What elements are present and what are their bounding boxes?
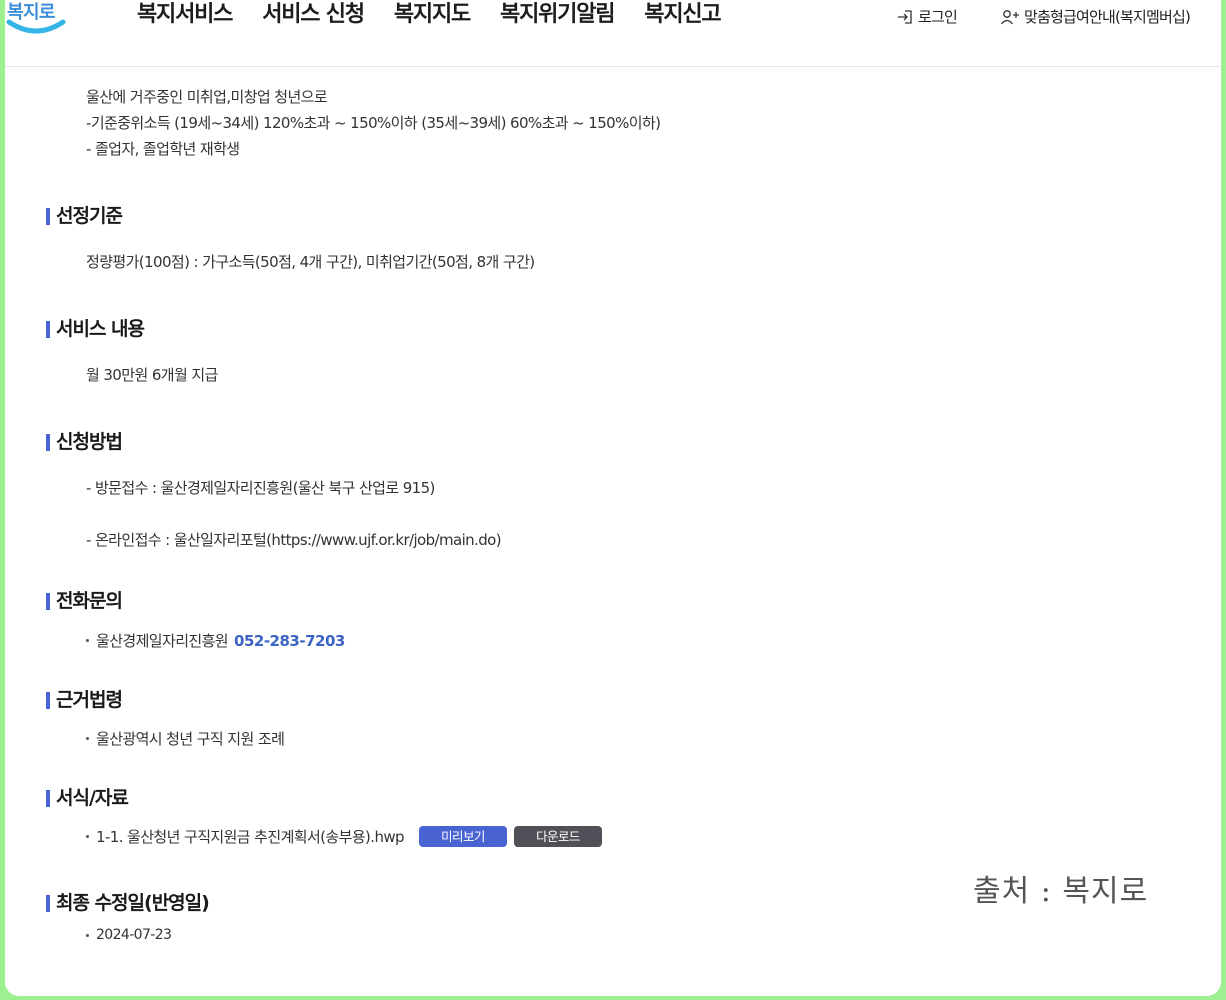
user-add-icon <box>1000 9 1019 24</box>
eligibility-line: - 졸업자, 졸업학년 재학생 <box>86 140 240 158</box>
section-title-contact: 전화문의 <box>46 590 123 612</box>
custom-benefit-link[interactable]: 맞춤형급여안내(복지멤버십) <box>1000 6 1191 27</box>
section-title-updated: 최종 수정일(반영일) <box>46 892 210 914</box>
law-text: 울산광역시 청년 구직 지원 조례 <box>96 730 285 748</box>
login-link[interactable]: 로그인 <box>896 6 958 27</box>
form-file-name: 1-1. 울산청년 구직지원금 추진계획서(송부용).hwp <box>96 828 405 846</box>
page-frame: 복지로 복지서비스 서비스 신청 복지지도 복지위기알림 복지신고 로그인 맞춤… <box>5 0 1221 996</box>
selection-criteria-text: 정량평가(100점) : 가구소득(50점, 4개 구간), 미취업기간(50점… <box>86 253 535 271</box>
apply-visit-text: - 방문접수 : 울산경제일자리진흥원(울산 북구 산업로 915) <box>86 479 435 497</box>
section-title-apply: 신청방법 <box>46 431 123 453</box>
updated-date: 2024-07-23 <box>96 927 172 943</box>
menu-welfare-service[interactable]: 복지서비스 <box>137 0 233 32</box>
custom-benefit-label: 맞춤형급여안내(복지멤버십) <box>1024 8 1191 26</box>
menu-welfare-map[interactable]: 복지지도 <box>394 0 471 32</box>
main-menu: 복지서비스 서비스 신청 복지지도 복지위기알림 복지신고 <box>137 0 750 32</box>
bullet-icon <box>86 835 89 838</box>
top-navigation-bar: 복지로 복지서비스 서비스 신청 복지지도 복지위기알림 복지신고 로그인 맞춤… <box>5 0 1221 67</box>
contact-item: 울산경제일자리진흥원 052-283-7203 <box>86 630 345 651</box>
bullet-icon <box>86 737 89 740</box>
source-watermark: 출처 : 복지로 <box>973 874 1149 909</box>
law-item: 울산광역시 청년 구직 지원 조례 <box>86 728 285 749</box>
menu-service-apply[interactable]: 서비스 신청 <box>262 0 365 32</box>
bullet-icon <box>86 639 89 642</box>
download-button[interactable]: 다운로드 <box>513 826 602 847</box>
svg-text:복지로: 복지로 <box>7 2 55 23</box>
menu-welfare-report[interactable]: 복지신고 <box>644 0 721 32</box>
section-title-forms: 서식/자료 <box>46 787 129 809</box>
contact-phone[interactable]: 052-283-7203 <box>234 632 345 650</box>
preview-button[interactable]: 미리보기 <box>418 826 507 847</box>
section-title-selection: 선정기준 <box>46 205 123 227</box>
eligibility-line: -기준중위소득 (19세~34세) 120%초과 ~ 150%이하 (35세~3… <box>86 114 661 132</box>
bokjiro-logo[interactable]: 복지로 <box>5 0 69 36</box>
service-content-text: 월 30만원 6개월 지급 <box>86 366 218 384</box>
section-title-law: 근거법령 <box>46 689 123 711</box>
form-file-item: 1-1. 울산청년 구직지원금 추진계획서(송부용).hwp 미리보기 다운로드 <box>86 826 602 847</box>
apply-online-text: - 온라인접수 : 울산일자리포털(https://www.ujf.or.kr/… <box>86 531 502 549</box>
bullet-icon <box>86 933 89 937</box>
login-icon <box>898 9 912 24</box>
login-label: 로그인 <box>918 8 958 26</box>
menu-crisis-alert[interactable]: 복지위기알림 <box>500 0 615 32</box>
eligibility-line: 울산에 거주중인 미취업,미창업 청년으로 <box>86 88 328 106</box>
section-title-service: 서비스 내용 <box>46 318 145 340</box>
contact-org: 울산경제일자리진흥원 <box>96 632 229 650</box>
updated-item: 2024-07-23 <box>86 927 172 943</box>
